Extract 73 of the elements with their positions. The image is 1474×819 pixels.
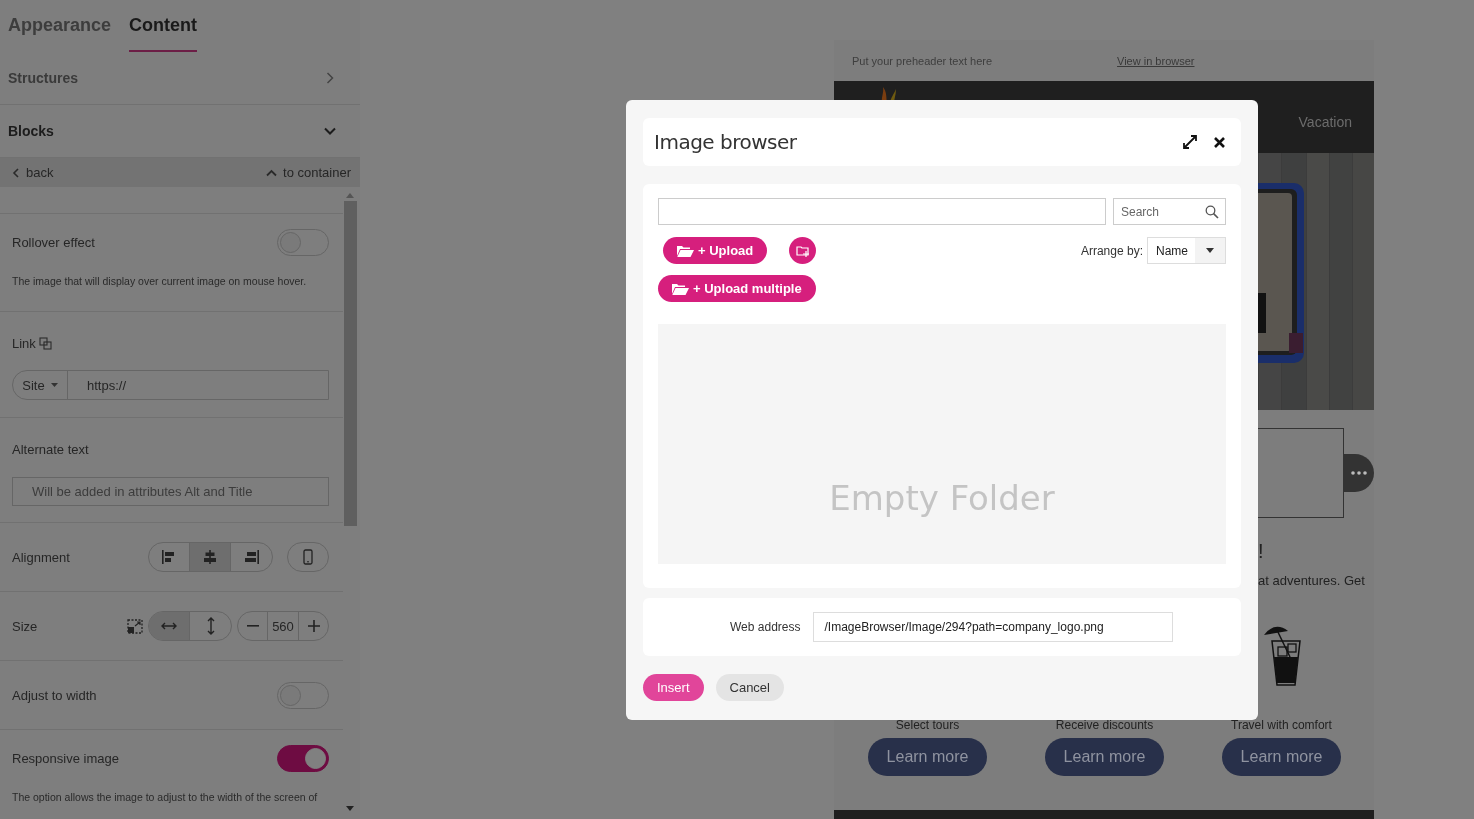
alt-text-input[interactable]: Will be added in attributes Alt and Title	[12, 477, 329, 506]
learn-more-button[interactable]: Learn more	[1045, 738, 1164, 776]
section-header[interactable]: Structures	[0, 52, 360, 105]
folder-plus-icon	[795, 244, 810, 257]
search-field[interactable]: Search	[1113, 198, 1226, 225]
url-input[interactable]: https://	[68, 371, 328, 399]
upload-multiple-button[interactable]: + Upload multiple	[658, 275, 816, 302]
vertical-arrow-icon	[206, 617, 215, 635]
to-container-link[interactable]: to container	[266, 165, 351, 180]
caret-icon	[1206, 248, 1214, 253]
align-right-icon	[243, 550, 260, 564]
setting-label: Link	[12, 336, 36, 351]
width-input[interactable]: 560	[267, 612, 299, 640]
toggle-switch[interactable]	[277, 229, 329, 256]
link-type-dropdown[interactable]: Site	[13, 371, 68, 399]
view-in-browser-link[interactable]: View in browser	[1117, 54, 1195, 67]
chevron-up-icon	[266, 168, 278, 177]
setting-label: Alternate text	[12, 442, 90, 457]
tab[interactable]: Appearance	[8, 0, 112, 52]
horizontal-arrow-icon	[161, 622, 177, 630]
feature-label: Receive discounts	[1055, 719, 1154, 732]
folder-icon	[672, 282, 689, 295]
setting-label: Alignment	[12, 549, 70, 565]
field-label: Web address	[730, 620, 801, 634]
setting-label: Size	[12, 618, 38, 634]
tab[interactable]: Content	[129, 0, 198, 52]
preheader-text: Put your preheader text here	[852, 54, 993, 67]
toggle-switch[interactable]	[277, 681, 329, 709]
setting-label: Responsive image	[12, 751, 119, 766]
folder-icon	[677, 244, 694, 257]
setting-label: Rollover effect	[12, 235, 95, 250]
fit-width-button[interactable]	[149, 612, 190, 640]
arrange-label: Arrange by:	[1080, 243, 1143, 258]
resize-icon[interactable]	[127, 618, 143, 634]
caret-icon	[50, 383, 58, 387]
dialog-title: Image browser	[654, 130, 797, 154]
phone-icon	[303, 549, 313, 565]
toggle-switch[interactable]	[277, 745, 329, 772]
align-center-icon	[202, 550, 218, 564]
upload-button[interactable]: + Upload	[663, 237, 768, 264]
minus-icon	[246, 625, 259, 627]
chevron-right-icon	[324, 72, 336, 84]
cancel-button[interactable]: Cancel	[715, 674, 784, 701]
hint-text: The option allows the image to adjust to the width of the screen of	[12, 791, 319, 803]
link-icon[interactable]	[38, 337, 52, 350]
menu-link[interactable]: Vacation	[1298, 114, 1352, 130]
heading-text: !	[1258, 540, 1264, 563]
more-icon	[1351, 471, 1368, 475]
align-left-icon	[161, 550, 177, 564]
back-link[interactable]: back	[12, 165, 54, 180]
arrange-dropdown[interactable]: Name	[1147, 237, 1226, 264]
align-button[interactable]	[190, 543, 231, 571]
search-icon	[1205, 204, 1219, 219]
feature-label: Select tours	[895, 719, 960, 732]
learn-more-button[interactable]: Learn more	[1222, 738, 1341, 776]
chevron-left-icon	[12, 167, 20, 178]
feature-label: Travel with comfort	[1231, 719, 1332, 732]
plus-icon	[307, 620, 320, 632]
path-input[interactable]	[658, 198, 1106, 225]
close-icon[interactable]	[1214, 136, 1225, 148]
chevron-down-icon	[324, 125, 336, 137]
new-folder-button[interactable]	[789, 237, 817, 264]
insert-button[interactable]: Insert	[643, 674, 704, 701]
scroll-up-icon[interactable]	[346, 193, 354, 198]
learn-more-button[interactable]: Learn more	[868, 738, 987, 776]
scroll-down-icon[interactable]	[346, 806, 354, 811]
more-button[interactable]	[1344, 454, 1374, 492]
search-input[interactable]: Search	[1121, 204, 1181, 219]
web-address-input[interactable]: /ImageBrowser/Image/294?path=company_logo.png	[813, 612, 1174, 642]
hint-text: The image that will display over current image on mouse hover.	[12, 275, 308, 287]
setting-label: Adjust to width	[12, 687, 97, 703]
expand-icon[interactable]	[1183, 135, 1197, 149]
body-text: at adventures. Get	[1258, 573, 1365, 588]
